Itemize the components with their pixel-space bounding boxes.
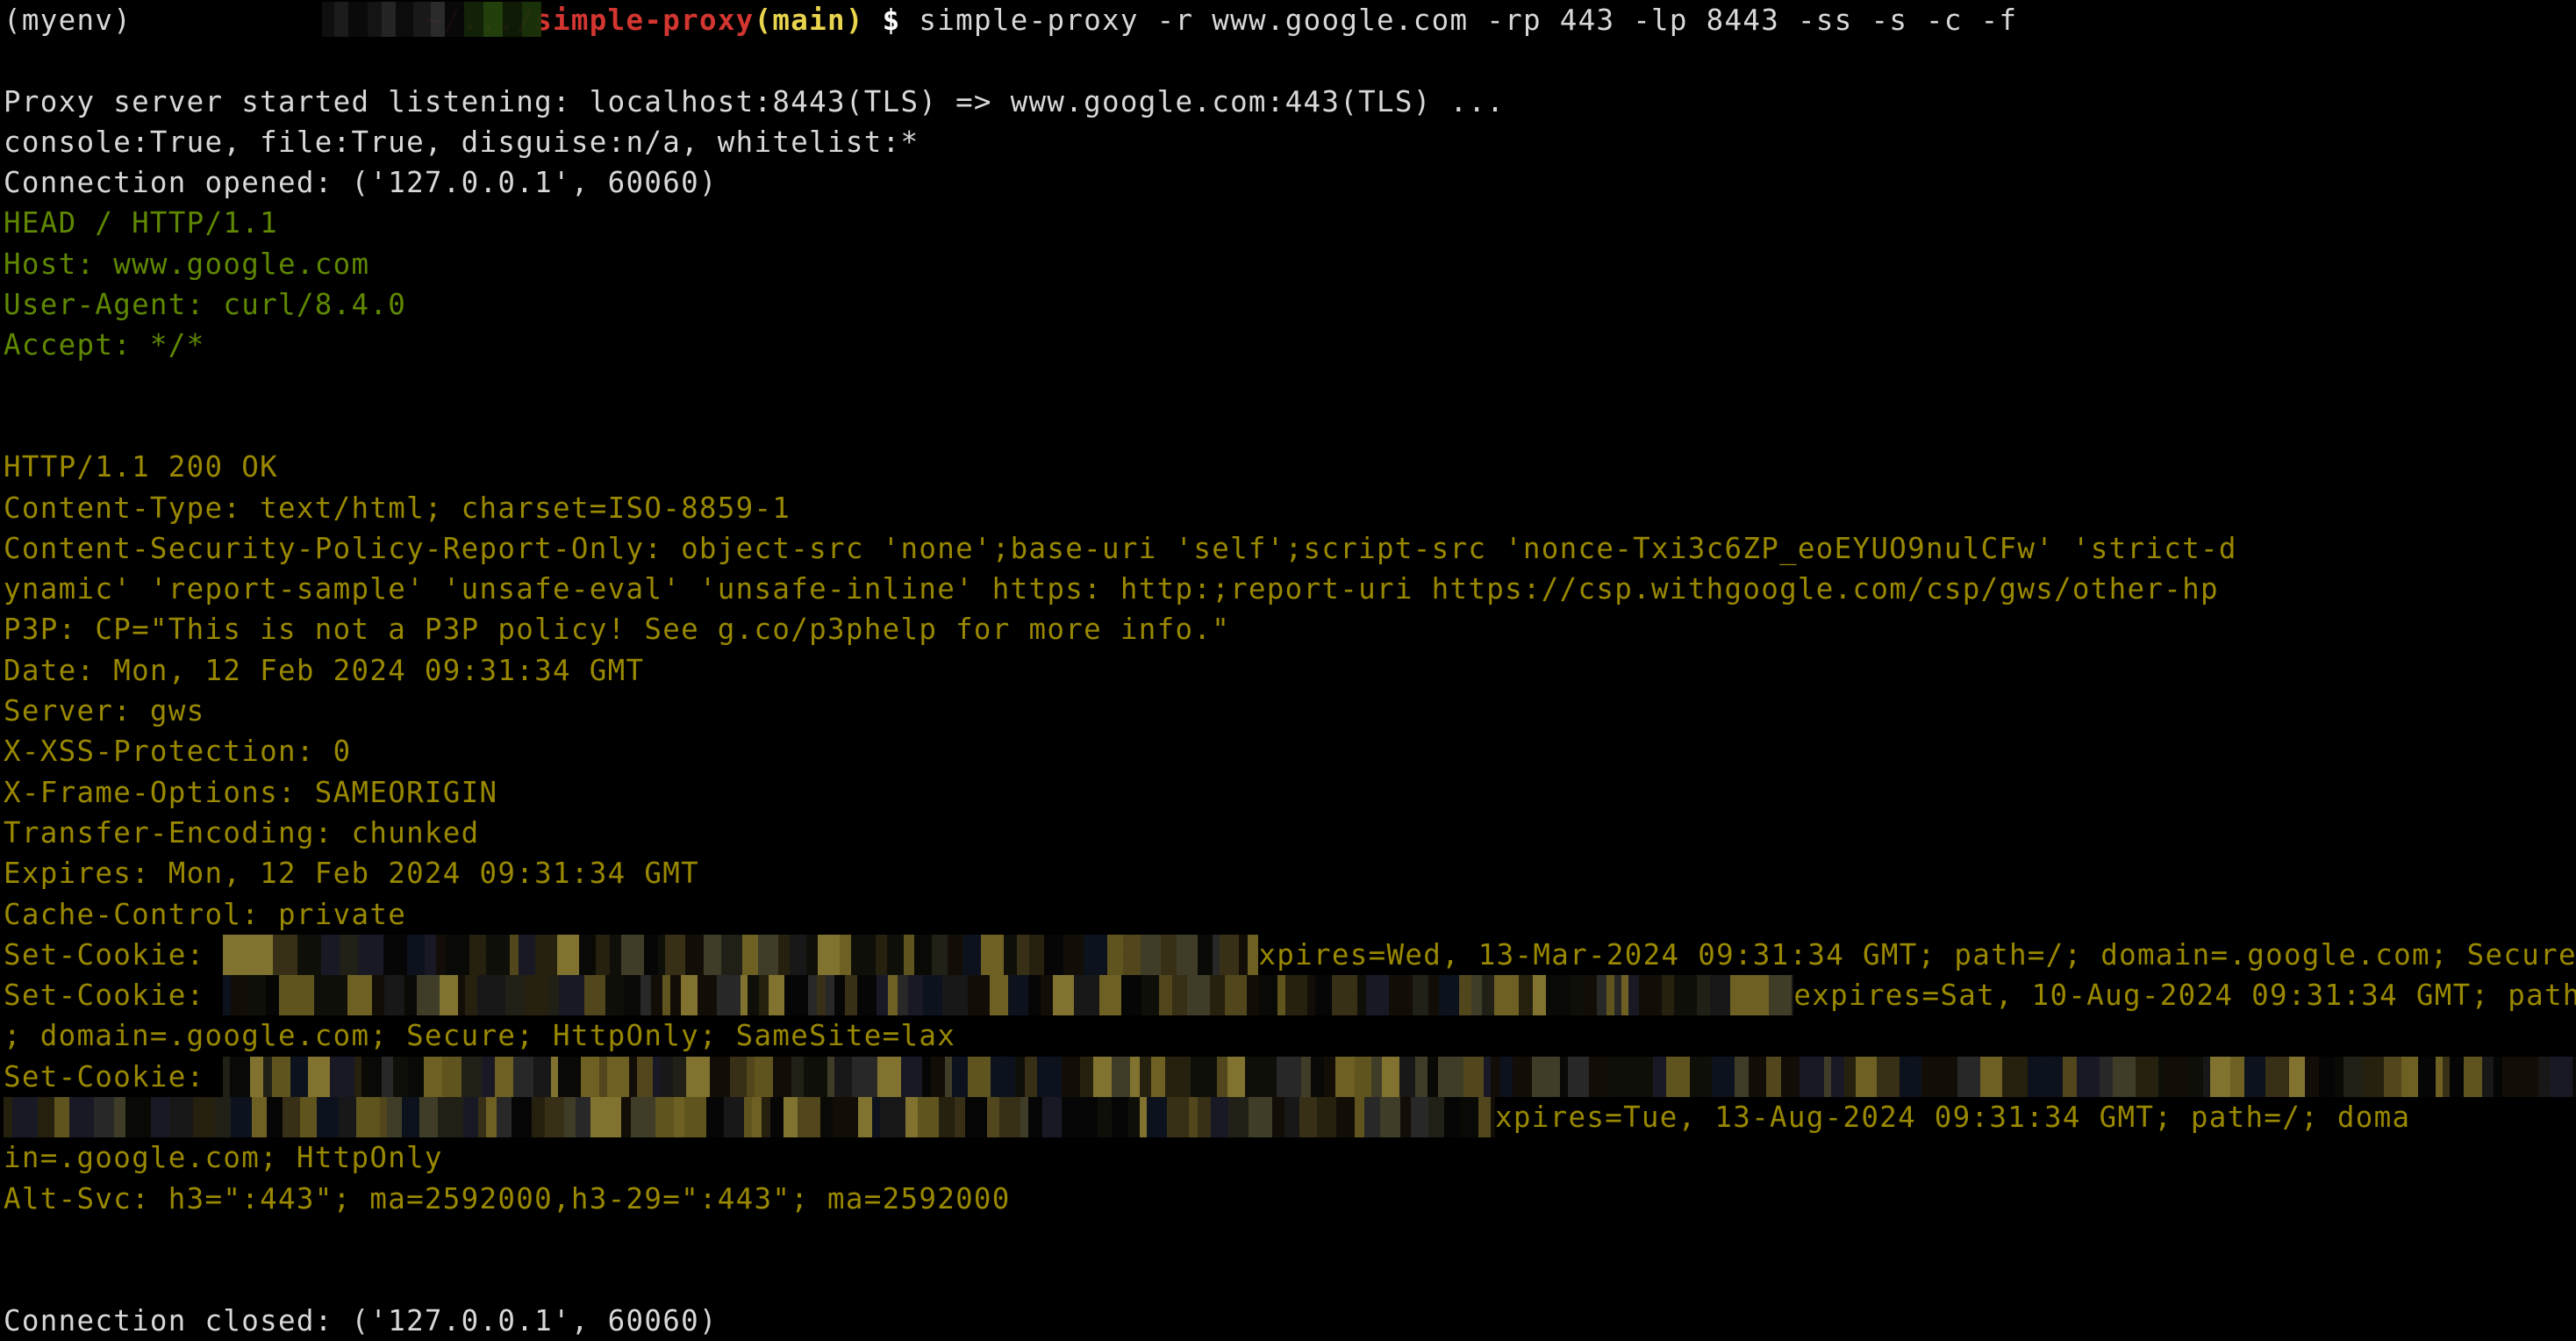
terminal-line: Cache-Control: private xyxy=(0,894,2576,935)
terminal-line: Server: gws xyxy=(0,691,2576,731)
terminal-line: Date: Mon, 12 Feb 2024 09:31:34 GMT xyxy=(0,650,2576,691)
redacted-cookie-value xyxy=(4,1097,1495,1138)
terminal-line-text xyxy=(4,1263,22,1296)
terminal-line xyxy=(0,1219,2576,1259)
terminal-line-text: Host: www.google.com xyxy=(4,247,370,281)
cookie-attributes: xpires=Wed, 13-Mar-2024 09:31:34 GMT; pa… xyxy=(1258,937,2576,972)
terminal-line: HEAD / HTTP/1.1 xyxy=(0,203,2576,243)
terminal-line-text: HEAD / HTTP/1.1 xyxy=(4,206,278,240)
prompt-symbol: $ xyxy=(882,4,901,37)
terminal-line: ; domain=.google.com; Secure; HttpOnly; … xyxy=(0,1015,2576,1056)
terminal-line: xpires=Tue, 13-Aug-2024 09:31:34 GMT; pa… xyxy=(0,1097,2576,1138)
terminal-line-text: Expires: Mon, 12 Feb 2024 09:31:34 GMT xyxy=(4,857,699,891)
terminal-line: Alt-Svc: h3=":443"; ma=2592000,h3-29=":4… xyxy=(0,1179,2576,1219)
terminal-line-text: Cache-Control: private xyxy=(4,897,407,931)
terminal-line: Connection opened: ('127.0.0.1', 60060) xyxy=(0,162,2576,203)
terminal-line: console:True, file:True, disguise:n/a, w… xyxy=(0,122,2576,162)
terminal-line-text: P3P: CP="This is not a P3P policy! See g… xyxy=(4,613,1231,647)
terminal-line-text xyxy=(4,369,22,403)
set-cookie-label: Set-Cookie: xyxy=(4,1059,224,1094)
prompt-spacer xyxy=(132,4,150,37)
virtualenv-indicator: (myenv) xyxy=(4,4,132,37)
terminal-line-text xyxy=(4,1223,22,1256)
redaction-mask xyxy=(321,2,541,37)
terminal-line-text: Content-Type: text/html; charset=ISO-885… xyxy=(4,491,791,525)
terminal-line-text xyxy=(4,410,22,443)
terminal-line-text: Alt-Svc: h3=":443"; ma=2592000,h3-29=":4… xyxy=(4,1181,1011,1216)
cookie-attributes: expires=Sat, 10-Aug-2024 09:31:34 GMT; p… xyxy=(1793,979,2576,1013)
terminal-line: Host: www.google.com xyxy=(0,244,2576,284)
set-cookie-label: Set-Cookie: xyxy=(4,979,224,1013)
terminal-line xyxy=(0,40,2576,81)
redacted-cookie-value xyxy=(223,975,1794,1016)
cookie-attributes: xpires=Tue, 13-Aug-2024 09:31:34 GMT; pa… xyxy=(1495,1101,2411,1135)
terminal-line xyxy=(0,1259,2576,1300)
command-input[interactable]: simple-proxy -r www.google.com -rp 443 -… xyxy=(919,4,2017,37)
terminal-window[interactable]: (myenv) user@machine ~/.../simple-proxy(… xyxy=(0,0,2576,1337)
terminal-line: in=.google.com; HttpOnly xyxy=(0,1137,2576,1178)
terminal-line: ynamic' 'report-sample' 'unsafe-eval' 'u… xyxy=(0,569,2576,609)
shell-prompt-line: (myenv) user@machine ~/.../simple-proxy(… xyxy=(0,0,2576,40)
terminal-line: P3P: CP="This is not a P3P policy! See g… xyxy=(0,609,2576,649)
terminal-line-text: User-Agent: curl/8.4.0 xyxy=(4,288,407,322)
terminal-line-text: X-Frame-Options: SAMEORIGIN xyxy=(4,775,498,809)
terminal-line: Transfer-Encoding: chunked xyxy=(0,813,2576,853)
terminal-line-text: ynamic' 'report-sample' 'unsafe-eval' 'u… xyxy=(4,572,2219,606)
set-cookie-label: Set-Cookie: xyxy=(4,937,224,972)
terminal-line: Proxy server started listening: localhos… xyxy=(0,82,2576,122)
terminal-line: Set-Cookie: xpires=Wed, 13-Mar-2024 09:3… xyxy=(0,934,2576,976)
terminal-line: Set-Cookie: expires=Sat, 10-Aug-2024 09:… xyxy=(0,975,2576,1016)
terminal-line: Set-Cookie: E xyxy=(0,1056,2576,1098)
terminal-line: Expires: Mon, 12 Feb 2024 09:31:34 GMT xyxy=(0,853,2576,893)
terminal-line-text: X-XSS-Protection: 0 xyxy=(4,735,352,769)
terminal-line-text: in=.google.com; HttpOnly xyxy=(4,1141,443,1175)
redacted-user-host: user@machine xyxy=(150,0,541,40)
redacted-cookie-value xyxy=(223,1056,2576,1098)
terminal-line-text: ; domain=.google.com; Secure; HttpOnly; … xyxy=(4,1019,956,1053)
terminal-line xyxy=(0,406,2576,447)
terminal-line: Accept: */* xyxy=(0,325,2576,365)
terminal-line-text: Connection opened: ('127.0.0.1', 60060) xyxy=(4,166,718,200)
terminal-line-text: Connection closed: ('127.0.0.1', 60060) xyxy=(4,1303,718,1337)
terminal-line-text: Accept: */* xyxy=(4,328,205,362)
terminal-line: X-Frame-Options: SAMEORIGIN xyxy=(0,772,2576,813)
terminal-line-text: Date: Mon, 12 Feb 2024 09:31:34 GMT xyxy=(4,653,645,687)
terminal-line-text: HTTP/1.1 200 OK xyxy=(4,450,278,484)
terminal-line-text: Content-Security-Policy-Report-Only: obj… xyxy=(4,531,2237,565)
terminal-line-text: console:True, file:True, disguise:n/a, w… xyxy=(4,125,919,159)
terminal-line-text: Proxy server started listening: localhos… xyxy=(4,84,1506,118)
terminal-line xyxy=(0,366,2576,406)
terminal-line: Content-Security-Policy-Report-Only: obj… xyxy=(0,528,2576,569)
prompt-gap-2 xyxy=(901,4,919,37)
prompt-gap xyxy=(864,4,883,37)
git-branch-indicator: (main) xyxy=(754,4,864,37)
terminal-line: Connection closed: ('127.0.0.1', 60060) xyxy=(0,1301,2576,1341)
terminal-line: User-Agent: curl/8.4.0 xyxy=(0,284,2576,325)
terminal-line: Content-Type: text/html; charset=ISO-885… xyxy=(0,488,2576,528)
terminal-line: X-XSS-Protection: 0 xyxy=(0,731,2576,771)
terminal-output: Proxy server started listening: localhos… xyxy=(0,40,2576,1341)
terminal-line-text xyxy=(4,44,22,77)
terminal-line: HTTP/1.1 200 OK xyxy=(0,447,2576,487)
terminal-line-text: Transfer-Encoding: chunked xyxy=(4,815,480,850)
redacted-cookie-value xyxy=(223,934,1259,976)
terminal-line-text: Server: gws xyxy=(4,694,205,728)
